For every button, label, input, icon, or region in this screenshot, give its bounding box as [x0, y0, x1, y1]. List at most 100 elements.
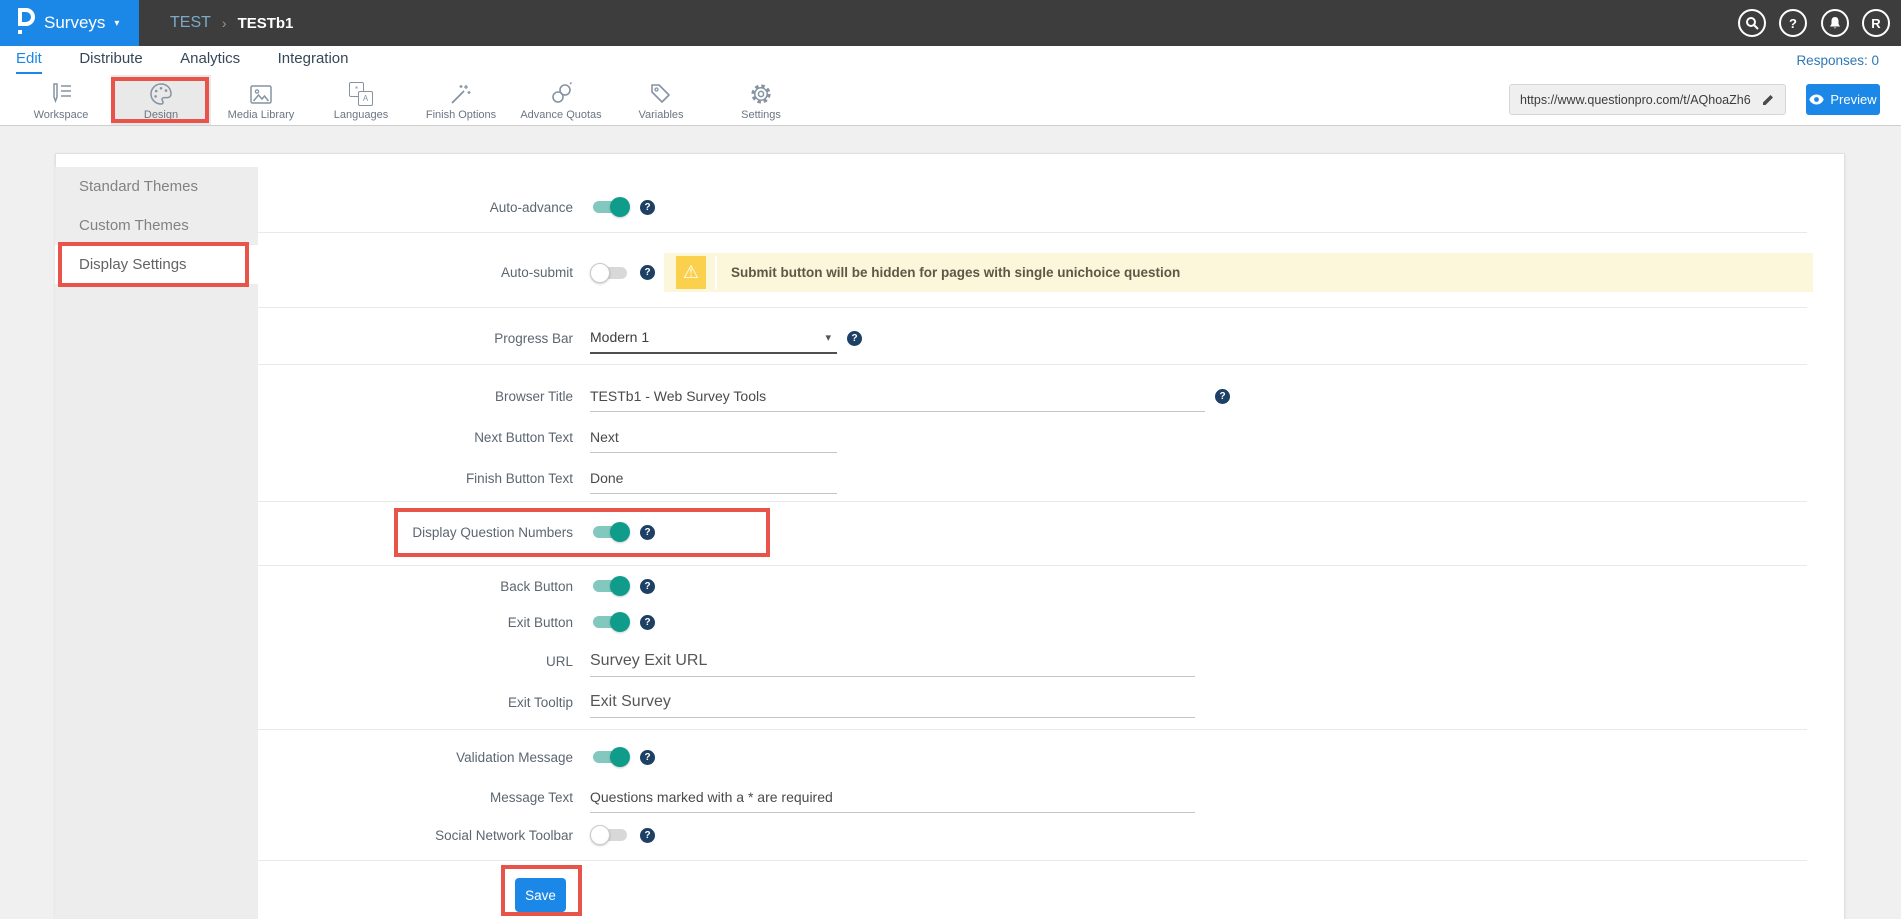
toolbar-item-advance-quotas[interactable]: Advance Quotas: [511, 75, 611, 125]
module-tab-bar: Edit Distribute Analytics Integration Re…: [0, 46, 1901, 76]
back-button-toggle[interactable]: [590, 576, 630, 596]
design-palette-icon: [149, 79, 174, 106]
section-divider: [258, 501, 1807, 502]
field-label: URL: [258, 654, 590, 669]
help-icon[interactable]: ?: [640, 265, 655, 280]
preview-button[interactable]: Preview: [1806, 84, 1880, 115]
design-sidebar: Standard Themes Custom Themes Display Se…: [55, 167, 258, 919]
toolbar-item-label: Finish Options: [426, 109, 496, 121]
toolbar-item-workspace[interactable]: Workspace: [11, 75, 111, 125]
toolbar-item-languages[interactable]: * A Languages: [311, 75, 411, 125]
section-divider: [258, 729, 1807, 730]
display-question-numbers-toggle[interactable]: [590, 522, 630, 542]
section-divider: [258, 565, 1807, 566]
toolbar-item-design[interactable]: Design: [111, 75, 211, 125]
toolbar-item-label: Languages: [334, 109, 388, 121]
tab-analytics[interactable]: Analytics: [180, 46, 240, 72]
sidebar-item-custom-themes[interactable]: Custom Themes: [55, 206, 258, 245]
preview-label: Preview: [1830, 92, 1876, 107]
form-row-browser-title: Browser Title TESTb1 - Web Survey Tools …: [258, 379, 1807, 413]
form-row-display-question-numbers: Display Question Numbers ?: [258, 515, 1807, 549]
magic-wand-icon: [449, 79, 473, 106]
form-row-auto-advance: Auto-advance ?: [258, 190, 1807, 224]
help-icon[interactable]: ?: [640, 525, 655, 540]
surveys-app-menu[interactable]: Surveys ▾: [0, 0, 139, 46]
help-icon[interactable]: ?: [640, 615, 655, 630]
message-text-input[interactable]: Questions marked with a * are required: [590, 782, 1195, 813]
help-icon[interactable]: ?: [847, 331, 862, 346]
sidebar-item-standard-themes[interactable]: Standard Themes: [55, 167, 258, 206]
auto-submit-toggle[interactable]: [590, 263, 630, 283]
form-row-auto-submit: Auto-submit ? ⚠ Submit button will be hi…: [258, 253, 1807, 292]
form-row-social-network-toolbar: Social Network Toolbar ?: [258, 818, 1807, 852]
exit-button-toggle[interactable]: [590, 612, 630, 632]
auto-advance-toggle[interactable]: [590, 197, 630, 217]
tab-edit[interactable]: Edit: [16, 46, 42, 74]
edit-url-button[interactable]: [1751, 85, 1785, 114]
toolbar-item-label: Settings: [741, 109, 781, 121]
toolbar-item-label: Workspace: [34, 109, 89, 121]
chain-links-icon: [549, 79, 573, 106]
social-network-toolbar-toggle[interactable]: [590, 825, 630, 845]
form-row-progress-bar: Progress Bar Modern 1 ▾ ?: [258, 321, 1807, 355]
sidebar-item-display-settings[interactable]: Display Settings: [55, 245, 258, 284]
survey-url-field: https://www.questionpro.com/t/AQhoaZh6: [1509, 84, 1786, 115]
survey-url-text[interactable]: https://www.questionpro.com/t/AQhoaZh6: [1510, 93, 1751, 107]
form-row-back-button: Back Button ?: [258, 569, 1807, 603]
exit-url-input[interactable]: Survey Exit URL: [590, 646, 1195, 677]
questionpro-logo-icon: [13, 7, 35, 40]
validation-message-toggle[interactable]: [590, 747, 630, 767]
browser-title-input[interactable]: TESTb1 - Web Survey Tools: [590, 381, 1205, 412]
field-label: Exit Tooltip: [258, 695, 590, 710]
help-icon[interactable]: ?: [640, 750, 655, 765]
search-icon[interactable]: [1738, 9, 1766, 37]
notifications-bell-icon[interactable]: [1821, 9, 1849, 37]
section-divider: [258, 232, 1807, 233]
toolbar-item-media-library[interactable]: Media Library: [211, 75, 311, 125]
toolbar-item-label: Media Library: [228, 109, 295, 121]
field-label: Progress Bar: [258, 331, 590, 346]
banner-divider: [715, 256, 717, 289]
field-label: Exit Button: [258, 615, 590, 630]
warning-banner: ⚠ Submit button will be hidden for pages…: [664, 253, 1813, 292]
toolbar-item-settings[interactable]: Settings: [711, 75, 811, 125]
help-icon[interactable]: ?: [640, 828, 655, 843]
avatar[interactable]: R: [1862, 9, 1890, 37]
exit-tooltip-input[interactable]: Exit Survey: [590, 687, 1195, 718]
warning-triangle-icon: ⚠: [676, 256, 706, 289]
help-icon[interactable]: ?: [1215, 389, 1230, 404]
finish-button-text-input[interactable]: Done: [590, 463, 837, 494]
languages-icon: * A: [349, 79, 373, 106]
edit-toolbar: Workspace Design Media Library * A Langu…: [0, 75, 1901, 126]
form-row-exit-tooltip: Exit Tooltip Exit Survey: [258, 685, 1807, 719]
field-label: Social Network Toolbar: [258, 828, 590, 843]
breadcrumb: TEST › TESTb1: [170, 0, 293, 46]
section-divider: [258, 307, 1807, 308]
responses-count[interactable]: Responses: 0: [1796, 46, 1879, 75]
field-label: Validation Message: [258, 750, 590, 765]
progress-bar-select[interactable]: Modern 1 ▾: [590, 322, 837, 354]
save-button[interactable]: Save: [515, 878, 566, 912]
chevron-down-icon: ▾: [114, 18, 119, 29]
help-icon[interactable]: ?: [640, 579, 655, 594]
form-row-finish-button-text: Finish Button Text Done: [258, 461, 1807, 495]
breadcrumb-separator: ›: [222, 15, 227, 31]
tab-distribute[interactable]: Distribute: [79, 46, 142, 72]
toolbar-item-label: Design: [144, 109, 178, 121]
field-label: Finish Button Text: [258, 471, 590, 486]
help-icon[interactable]: ?: [640, 200, 655, 215]
form-row-exit-button: Exit Button ?: [258, 605, 1807, 639]
next-button-text-input[interactable]: Next: [590, 422, 837, 453]
toolbar-item-finish-options[interactable]: Finish Options: [411, 75, 511, 125]
top-header: Surveys ▾ TEST › TESTb1 ? R: [0, 0, 1901, 46]
breadcrumb-parent[interactable]: TEST: [170, 14, 211, 32]
field-label: Auto-advance: [258, 200, 590, 215]
toolbar-item-label: Advance Quotas: [520, 109, 601, 121]
field-label: Back Button: [258, 579, 590, 594]
form-row-message-text: Message Text Questions marked with a * a…: [258, 780, 1807, 814]
field-label: Browser Title: [258, 389, 590, 404]
toolbar-item-variables[interactable]: Variables: [611, 75, 711, 125]
media-library-icon: [249, 79, 273, 106]
tab-integration[interactable]: Integration: [278, 46, 349, 72]
help-circle-icon[interactable]: ?: [1779, 9, 1807, 37]
